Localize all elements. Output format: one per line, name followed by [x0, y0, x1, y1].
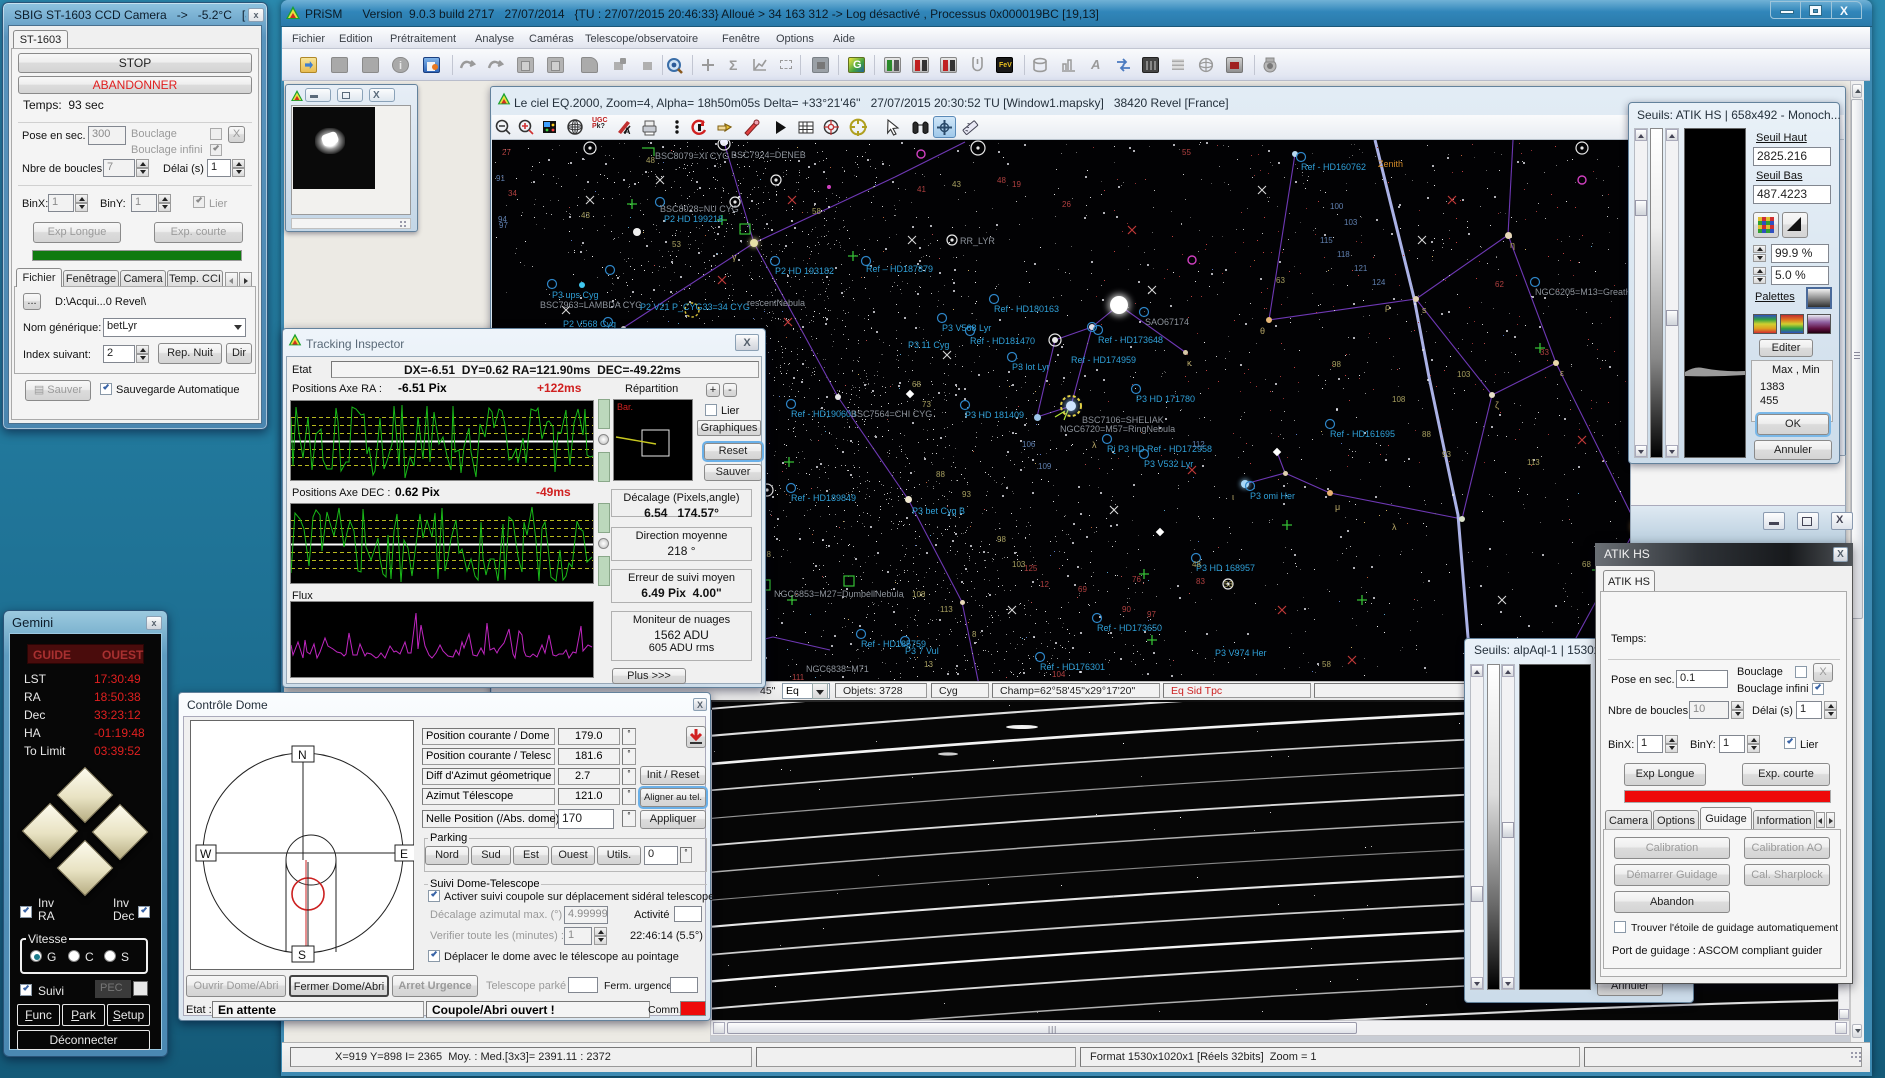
svg-text:A: A	[624, 126, 631, 136]
svg-text:S: S	[298, 948, 306, 962]
svg-text:E: E	[400, 847, 408, 861]
svg-text:W: W	[200, 847, 212, 861]
svg-text:N: N	[298, 748, 307, 762]
